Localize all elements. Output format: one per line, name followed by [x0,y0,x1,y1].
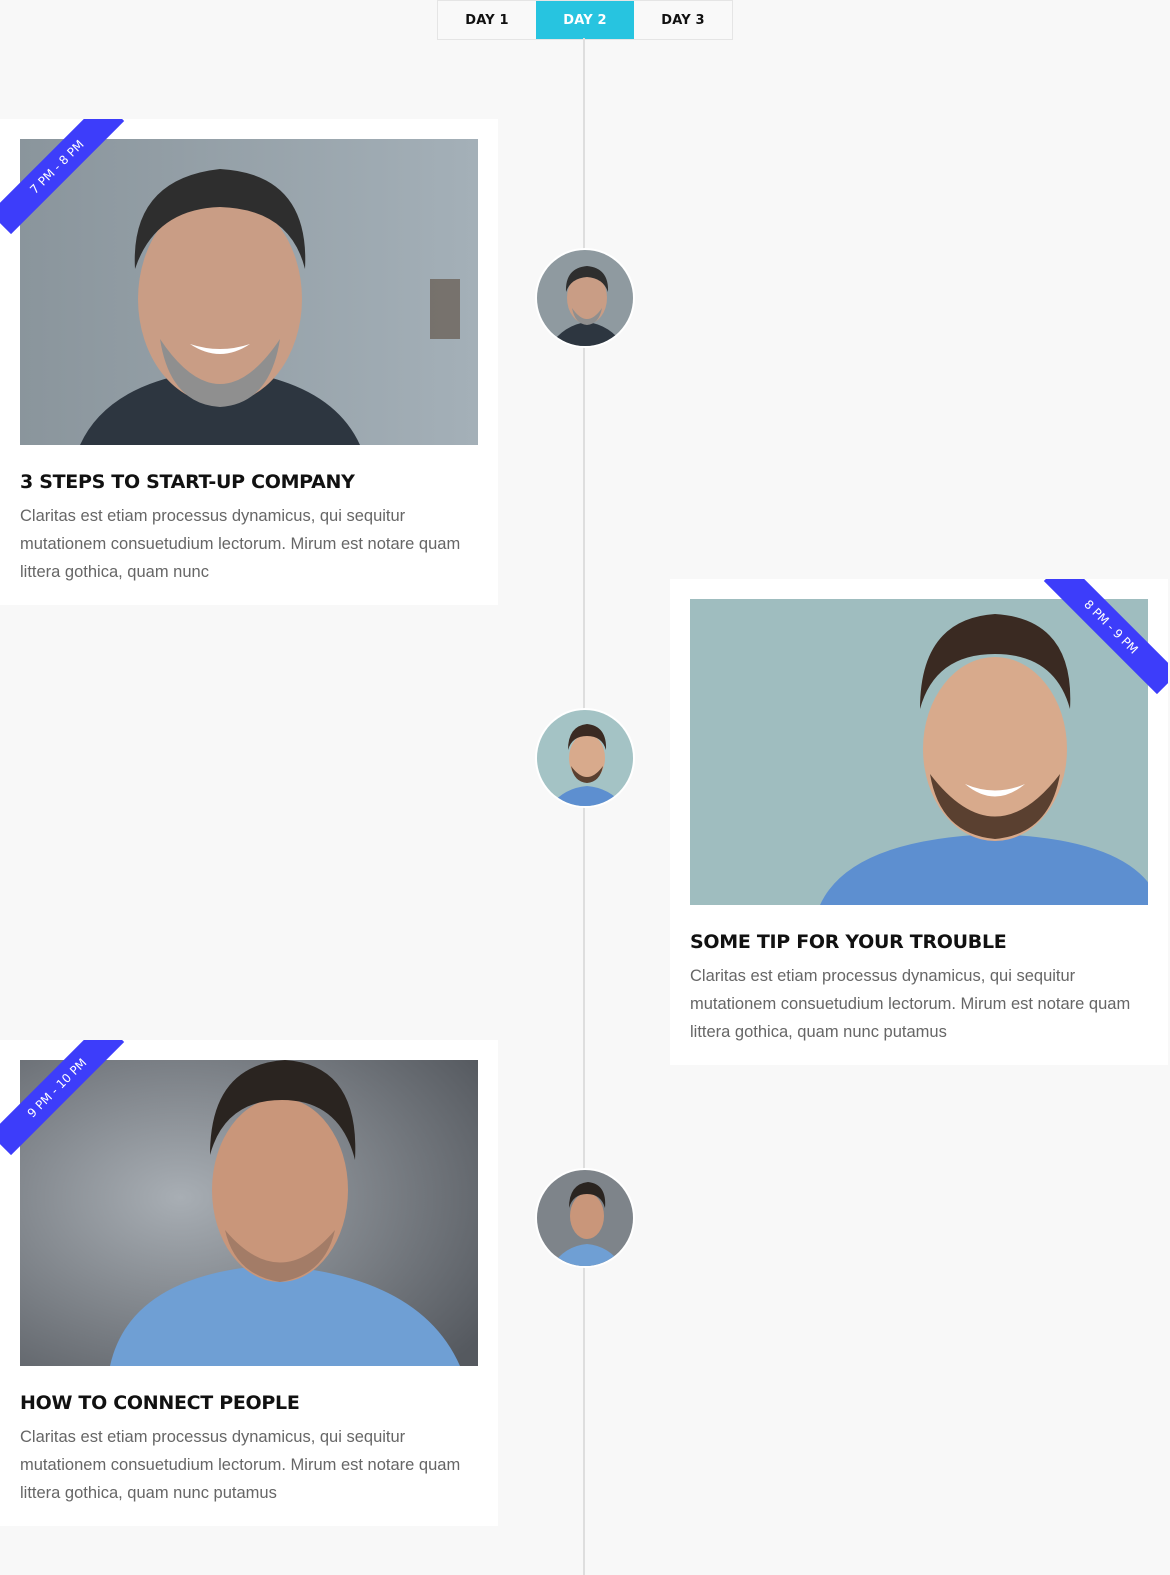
speaker-photo [20,139,478,445]
session-title: 3 STEPS TO START-UP COMPANY [20,471,355,493]
session-description: Claritas est etiam processus dynamicus, … [690,967,1131,1041]
session-card: 9 PM - 10 PM HOW TO CONNECT PEOPLE Clari… [0,1040,498,1526]
speaker-avatar[interactable] [535,708,635,808]
tab-day-1[interactable]: DAY 1 [438,1,536,39]
session-card: 8 PM - 9 PM SOME TIP FOR YOUR TROUBLE Cl… [670,579,1168,1065]
session-card: 7 PM - 8 PM 3 STEPS TO START-UP COMPANY … [0,119,498,605]
tab-day-2[interactable]: DAY 2 [536,1,634,39]
speaker-photo [690,599,1148,905]
speaker-photo [20,1060,478,1366]
session-description: Claritas est etiam processus dynamicus, … [20,507,461,581]
speaker-avatar[interactable] [535,1168,635,1268]
session-description: Claritas est etiam processus dynamicus, … [20,1428,461,1502]
speaker-avatar[interactable] [535,248,635,348]
session-title: SOME TIP FOR YOUR TROUBLE [690,931,1007,953]
tab-day-3[interactable]: DAY 3 [634,1,732,39]
session-title: HOW TO CONNECT PEOPLE [20,1392,300,1414]
day-tabs: DAY 1 DAY 2 DAY 3 [437,0,733,40]
